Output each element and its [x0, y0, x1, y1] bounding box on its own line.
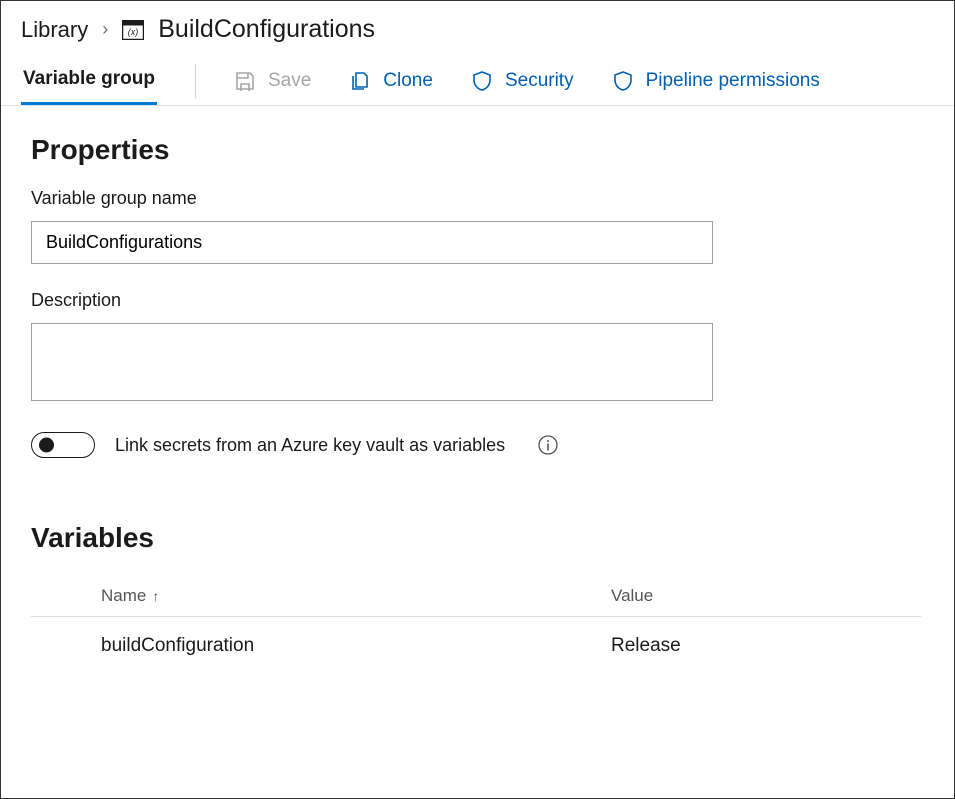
breadcrumb: Library › (x) BuildConfigurations	[1, 1, 954, 52]
tab-variable-group[interactable]: Variable group	[21, 56, 157, 105]
variable-group-name-label: Variable group name	[31, 188, 924, 209]
variable-value-cell: Release	[611, 635, 921, 657]
variable-group-name-input[interactable]	[31, 221, 713, 264]
security-icon	[471, 70, 493, 92]
security-label: Security	[505, 70, 574, 92]
info-icon[interactable]	[537, 434, 559, 456]
pipeline-permissions-icon	[612, 70, 634, 92]
properties-heading: Properties	[31, 134, 924, 166]
security-button[interactable]: Security	[471, 58, 574, 104]
variables-table: Name ↑ Value buildConfiguration Release	[31, 576, 921, 675]
variable-group-icon: (x)	[122, 20, 144, 40]
save-icon	[234, 70, 256, 92]
toolbar: Variable group Save Clone Security Pipel…	[1, 52, 954, 106]
column-header-name[interactable]: Name ↑	[31, 586, 611, 606]
variables-heading: Variables	[31, 522, 924, 554]
breadcrumb-title: BuildConfigurations	[158, 15, 375, 44]
column-header-value[interactable]: Value	[611, 586, 921, 606]
pipeline-permissions-button[interactable]: Pipeline permissions	[612, 58, 820, 104]
clone-label: Clone	[383, 70, 433, 92]
sort-ascending-icon: ↑	[152, 588, 159, 604]
description-label: Description	[31, 290, 924, 311]
save-label: Save	[268, 70, 311, 92]
variable-name-cell: buildConfiguration	[31, 635, 611, 657]
pipeline-permissions-label: Pipeline permissions	[646, 70, 820, 92]
toggle-knob	[39, 438, 54, 453]
chevron-right-icon: ›	[102, 19, 108, 40]
toolbar-divider	[195, 64, 196, 98]
clone-icon	[349, 70, 371, 92]
link-keyvault-toggle[interactable]	[31, 432, 95, 458]
svg-text:(x): (x)	[128, 27, 139, 37]
breadcrumb-library-link[interactable]: Library	[21, 17, 88, 43]
clone-button[interactable]: Clone	[349, 58, 433, 104]
description-input[interactable]	[31, 323, 713, 401]
save-button: Save	[234, 58, 311, 104]
table-row[interactable]: buildConfiguration Release	[31, 617, 921, 675]
link-keyvault-label: Link secrets from an Azure key vault as …	[115, 435, 505, 456]
